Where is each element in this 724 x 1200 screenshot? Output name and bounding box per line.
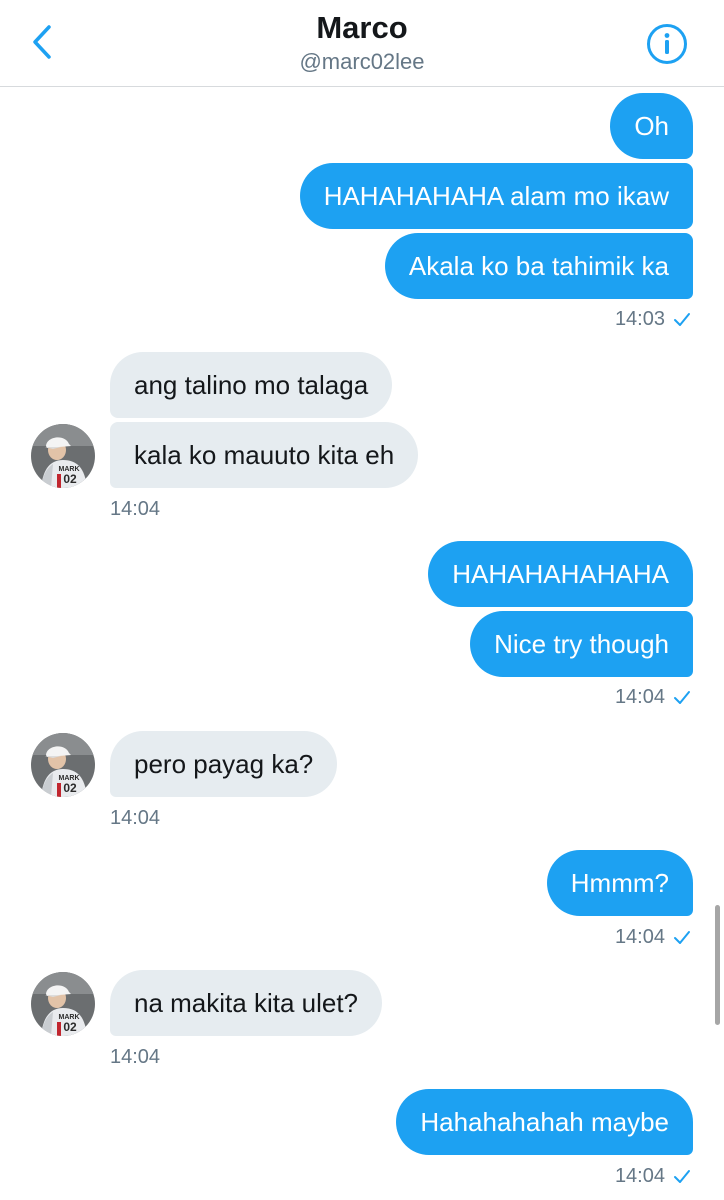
incoming-message[interactable]: ang talino mo talaga bbox=[110, 352, 393, 418]
info-button[interactable] bbox=[646, 23, 688, 65]
scrollbar[interactable] bbox=[715, 905, 720, 1025]
message-timestamp: 14:04 bbox=[110, 1046, 161, 1068]
timestamp-text: 14:04 bbox=[614, 686, 665, 708]
avatar[interactable]: MARK 02 bbox=[31, 424, 95, 488]
outgoing-message[interactable]: Hahahahahah maybe bbox=[396, 1089, 693, 1155]
incoming-message[interactable]: pero payag ka? bbox=[110, 731, 338, 797]
jersey-number-text: 02 bbox=[63, 1020, 77, 1034]
checkmark-icon bbox=[674, 312, 690, 326]
message-timestamp: 14:04 bbox=[110, 498, 161, 520]
incoming-message[interactable]: kala ko mauuto kita eh bbox=[110, 422, 419, 488]
message-timestamp: 14:04 bbox=[615, 686, 691, 709]
timestamp-text: 14:04 bbox=[614, 1165, 665, 1187]
avatar-image: MARK02 bbox=[31, 733, 95, 797]
timestamp-text: 14:04 bbox=[614, 926, 665, 948]
avatar[interactable]: MARK 02 bbox=[31, 733, 95, 797]
conversation-header: Marco @marc02lee bbox=[0, 0, 724, 87]
outgoing-message[interactable]: Nice try though bbox=[470, 611, 693, 677]
avatar-image: MARK02 bbox=[31, 424, 95, 488]
jersey-number-text: 02 bbox=[63, 781, 77, 795]
checkmark-icon bbox=[674, 690, 690, 704]
outgoing-message[interactable]: Akala ko ba tahimik ka bbox=[384, 233, 693, 299]
conversation-title-block[interactable]: Marco @marc02lee bbox=[0, 8, 724, 76]
contact-name: Marco bbox=[316, 10, 408, 45]
message-timestamp: 14:03 bbox=[615, 308, 691, 331]
checkmark-icon bbox=[674, 1169, 690, 1183]
message-list[interactable]: Oh HAHAHAHAHA alam mo ikaw Akala ko ba t… bbox=[0, 87, 724, 1200]
outgoing-message[interactable]: HAHAHAHAHA alam mo ikaw bbox=[299, 163, 693, 229]
checkmark-icon bbox=[674, 930, 690, 944]
info-icon bbox=[647, 24, 687, 64]
avatar-image: MARK02 bbox=[31, 972, 95, 1036]
message-timestamp: 14:04 bbox=[110, 807, 161, 829]
outgoing-message[interactable]: Hmmm? bbox=[546, 850, 693, 916]
incoming-message[interactable]: na makita kita ulet? bbox=[110, 970, 383, 1036]
timestamp-text: 14:03 bbox=[614, 308, 665, 330]
jersey-number-text: 02 bbox=[63, 472, 77, 486]
avatar[interactable]: MARK 02 bbox=[31, 972, 95, 1036]
outgoing-message[interactable]: Oh bbox=[610, 93, 693, 159]
contact-handle: @marc02lee bbox=[299, 49, 425, 74]
message-timestamp: 14:04 bbox=[615, 926, 691, 949]
outgoing-message[interactable]: HAHAHAHAHAHA bbox=[428, 541, 693, 607]
dm-conversation-screen: Marco @marc02lee Oh HAHAHAHAHA alam mo i… bbox=[0, 0, 724, 1200]
message-timestamp: 14:04 bbox=[615, 1165, 691, 1188]
